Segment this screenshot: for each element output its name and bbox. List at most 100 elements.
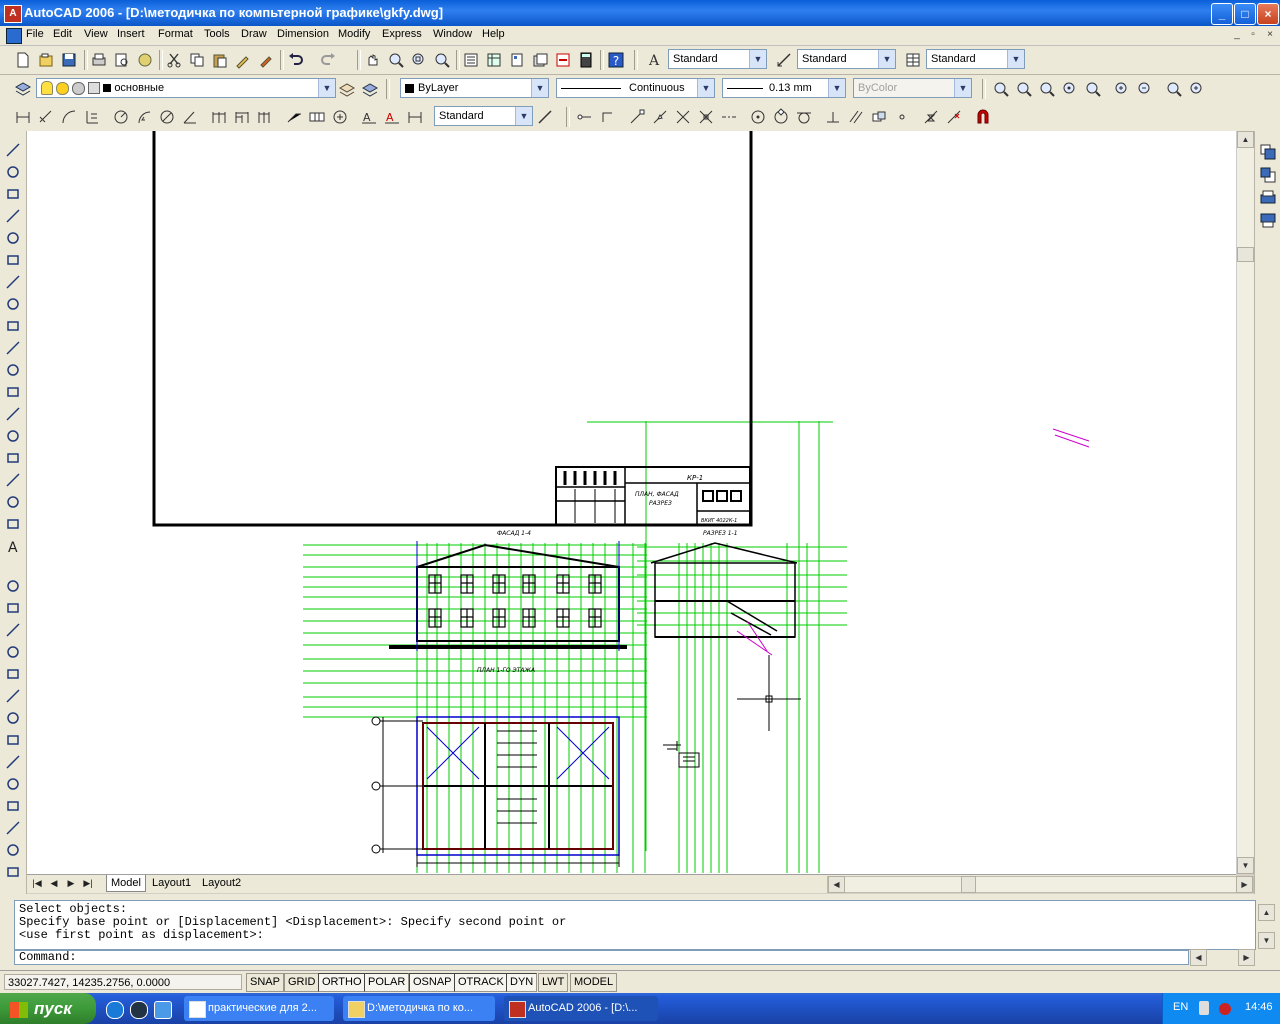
mirror-icon[interactable] (4, 621, 22, 639)
snap-quadrant-icon[interactable] (772, 108, 790, 126)
layer-manager-icon[interactable] (14, 80, 32, 98)
stretch-icon[interactable] (4, 753, 22, 771)
construction-line-icon[interactable] (4, 163, 22, 181)
circle-icon[interactable] (4, 273, 22, 291)
otrack-toggle[interactable]: OTRACK (454, 973, 508, 992)
center-mark-icon[interactable] (331, 108, 349, 126)
lwt-toggle[interactable]: LWT (538, 973, 569, 992)
zoom-object-icon[interactable] (1084, 80, 1102, 98)
pan-realtime-icon[interactable] (364, 51, 382, 69)
paste-icon[interactable] (211, 51, 229, 69)
chamfer-icon[interactable] (4, 863, 22, 881)
media-quicklaunch-icon[interactable] (130, 1001, 148, 1019)
tab-layout2[interactable]: Layout2 (198, 875, 245, 891)
snap-endpoint-icon[interactable] (628, 108, 646, 126)
table-icon[interactable] (4, 515, 22, 533)
join-icon[interactable] (4, 841, 22, 859)
dimension-style-manager-icon[interactable] (536, 108, 554, 126)
plot-icon[interactable] (90, 51, 108, 69)
calculator-icon[interactable] (577, 51, 595, 69)
properties-icon[interactable] (462, 51, 480, 69)
model-toggle[interactable]: MODEL (570, 973, 618, 992)
arc-length-icon[interactable] (60, 108, 78, 126)
start-button[interactable]: пуск (0, 993, 96, 1024)
grid-toggle[interactable]: GRID (284, 973, 320, 992)
rotate-icon[interactable] (4, 709, 22, 727)
snap-tangent-icon[interactable] (795, 108, 813, 126)
qnew-icon[interactable] (37, 51, 55, 69)
text-style-icon[interactable]: A (646, 51, 664, 69)
cmd-scroll-left-button[interactable]: ◀ (1190, 949, 1207, 966)
vertical-scrollbar[interactable]: ▲ ▼ (1236, 131, 1254, 874)
menu-tools[interactable]: Tools (204, 28, 230, 40)
snap-from-icon[interactable] (599, 108, 617, 126)
help-icon[interactable]: ? (607, 51, 625, 69)
dimension-style-select[interactable]: Standard ▼ (434, 106, 533, 126)
revision-cloud-icon[interactable] (4, 295, 22, 313)
quick-dimension-icon[interactable] (210, 108, 228, 126)
point-icon[interactable] (4, 427, 22, 445)
linetype-control-select[interactable]: Continuous ▼ (556, 78, 715, 98)
snap-toggle[interactable]: SNAP (246, 973, 284, 992)
osnap-settings-icon[interactable] (974, 108, 992, 126)
offset-icon[interactable] (4, 643, 22, 661)
break-icon[interactable] (4, 819, 22, 837)
zoom-window-icon[interactable] (410, 51, 428, 69)
dim-style-select[interactable]: Standard ▼ (797, 49, 896, 69)
continue-dimension-icon[interactable] (256, 108, 274, 126)
menu-help[interactable]: Help (482, 28, 505, 40)
tab-first-button[interactable]: |◀ (29, 876, 45, 891)
markup-set-icon[interactable] (554, 51, 572, 69)
cmd-scroll-down-button[interactable]: ▼ (1258, 932, 1275, 949)
cmd-scroll-right-button[interactable]: ▶ (1238, 949, 1255, 966)
ellipse-icon[interactable] (4, 339, 22, 357)
make-block-icon[interactable] (4, 405, 22, 423)
angular-dimension-icon[interactable] (181, 108, 199, 126)
command-input[interactable]: Command: (14, 950, 1189, 965)
gradient-icon[interactable] (4, 471, 22, 489)
zoom-all-icon[interactable] (1165, 80, 1183, 98)
copy-icon[interactable] (188, 51, 206, 69)
menu-edit[interactable]: Edit (53, 28, 72, 40)
menu-express[interactable]: Express (382, 28, 422, 40)
clock[interactable]: 14:46 (1245, 1001, 1273, 1013)
doc-restore-button[interactable]: ▫ (1246, 28, 1260, 41)
zoom-dynamic-icon[interactable] (1015, 80, 1033, 98)
language-indicator[interactable]: EN (1173, 1001, 1188, 1013)
designcenter-icon[interactable] (485, 51, 503, 69)
tool-palettes-icon[interactable] (508, 51, 526, 69)
polygon-icon[interactable] (4, 207, 22, 225)
doc-minimize-button[interactable]: _ (1230, 28, 1244, 41)
snap-node-icon[interactable] (893, 108, 911, 126)
drawing-canvas[interactable]: КР-1 ПЛАН, ФАСАД РАЗРЕЗ ВКИГ 4022К-1 ФАС… (27, 131, 1236, 874)
baseline-dimension-icon[interactable] (233, 108, 251, 126)
taskbar-folder-task[interactable]: D:\методичка по ко... (343, 996, 495, 1021)
table-style-select[interactable]: Standard ▼ (926, 49, 1025, 69)
publish-icon[interactable] (136, 51, 154, 69)
taskbar-autocad-task[interactable]: AutoCAD 2006 - [D:\... (504, 996, 658, 1021)
scroll-down-button[interactable]: ▼ (1237, 857, 1254, 874)
aligned-dimension-icon[interactable] (37, 108, 55, 126)
save-icon[interactable] (60, 51, 78, 69)
autocad-app-icon[interactable]: A (4, 5, 22, 23)
zoom-out-icon[interactable] (1136, 80, 1154, 98)
cmd-scroll-up-button[interactable]: ▲ (1258, 904, 1275, 921)
send-under-icon[interactable] (1259, 212, 1277, 230)
tab-prev-button[interactable]: ◀ (46, 876, 62, 891)
dimension-edit-icon[interactable]: A (360, 108, 378, 126)
send-to-back-icon[interactable] (1259, 166, 1277, 184)
security-alert-icon[interactable] (1219, 1003, 1231, 1015)
insert-block-icon[interactable] (4, 383, 22, 401)
table-style-icon[interactable] (904, 51, 922, 69)
snap-apparent-intersection-icon[interactable] (697, 108, 715, 126)
lineweight-control-select[interactable]: 0.13 mm ▼ (722, 78, 846, 98)
scroll-left-button[interactable]: ◀ (828, 876, 845, 893)
snap-midpoint-icon[interactable] (651, 108, 669, 126)
snap-none-icon[interactable] (945, 108, 963, 126)
redo-icon[interactable] (320, 51, 338, 69)
scroll-up-button[interactable]: ▲ (1237, 131, 1254, 148)
scale-icon[interactable] (4, 731, 22, 749)
menu-dimension[interactable]: Dimension (277, 28, 329, 40)
taskbar-word-task[interactable]: практические для 2... (184, 996, 334, 1021)
ortho-toggle[interactable]: ORTHO (318, 973, 366, 992)
